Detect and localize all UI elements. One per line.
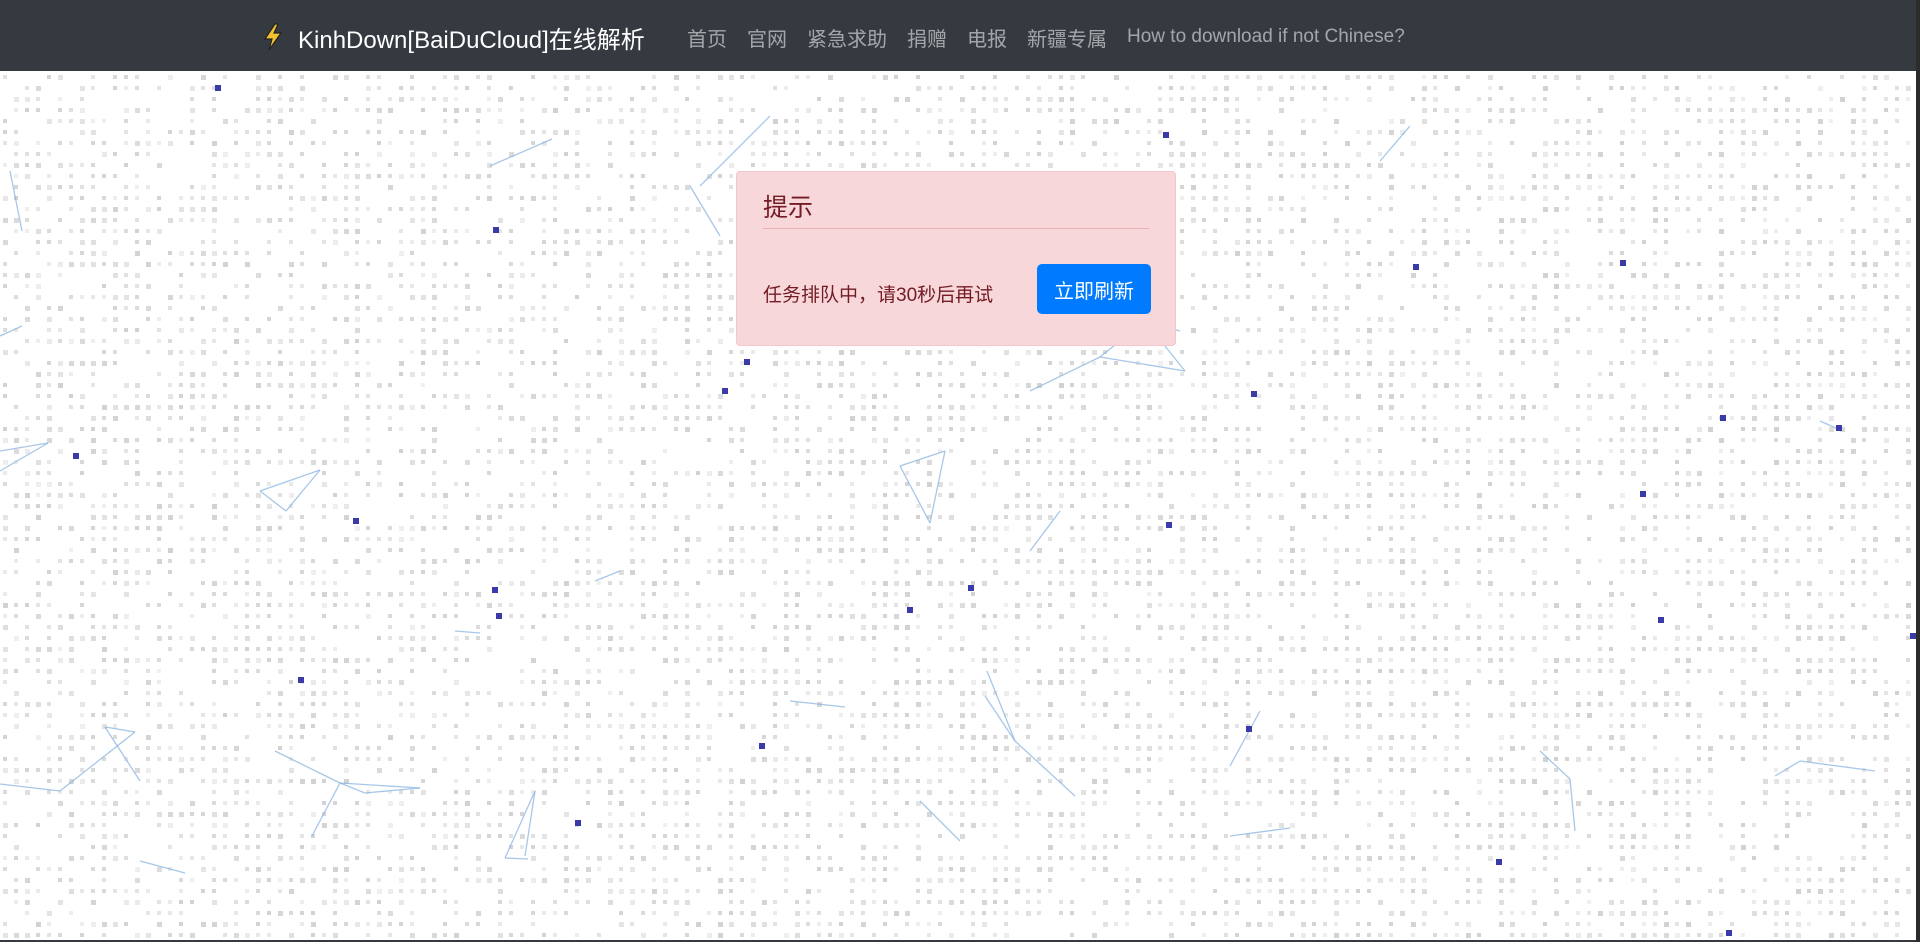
brand-title: KinhDown[BaiDuCloud]在线解析: [298, 26, 645, 54]
nav-link-emergency-help[interactable]: 紧急求助: [807, 23, 887, 52]
alert-message: 任务排队中，请30秒后再试: [763, 285, 994, 306]
alert-heading: 提示: [763, 194, 814, 222]
nav-link-home[interactable]: 首页: [687, 23, 727, 52]
nav-link-official-site[interactable]: 官网: [747, 23, 787, 52]
brand[interactable]: KinhDown[BaiDuCloud]在线解析: [258, 20, 645, 54]
nav-link-non-chinese-help[interactable]: How to download if not Chinese?: [1127, 26, 1405, 48]
nav-links: 首页 官网 紧急求助 捐赠 电报 新疆专属 How to download if…: [687, 23, 1425, 51]
alert-box: 提示 任务排队中，请30秒后再试 立即刷新: [736, 171, 1176, 346]
lightning-bolt-icon: [258, 22, 288, 52]
top-navbar: KinhDown[BaiDuCloud]在线解析 首页 官网 紧急求助 捐赠 电…: [0, 0, 1920, 71]
nav-link-donate[interactable]: 捐赠: [907, 23, 947, 52]
nav-link-xinjiang[interactable]: 新疆专属: [1027, 23, 1107, 52]
alert-divider: [763, 228, 1149, 229]
nav-link-telegram[interactable]: 电报: [967, 23, 1007, 52]
scrollbar-edge: [1916, 0, 1920, 942]
refresh-now-button[interactable]: 立即刷新: [1037, 264, 1151, 314]
